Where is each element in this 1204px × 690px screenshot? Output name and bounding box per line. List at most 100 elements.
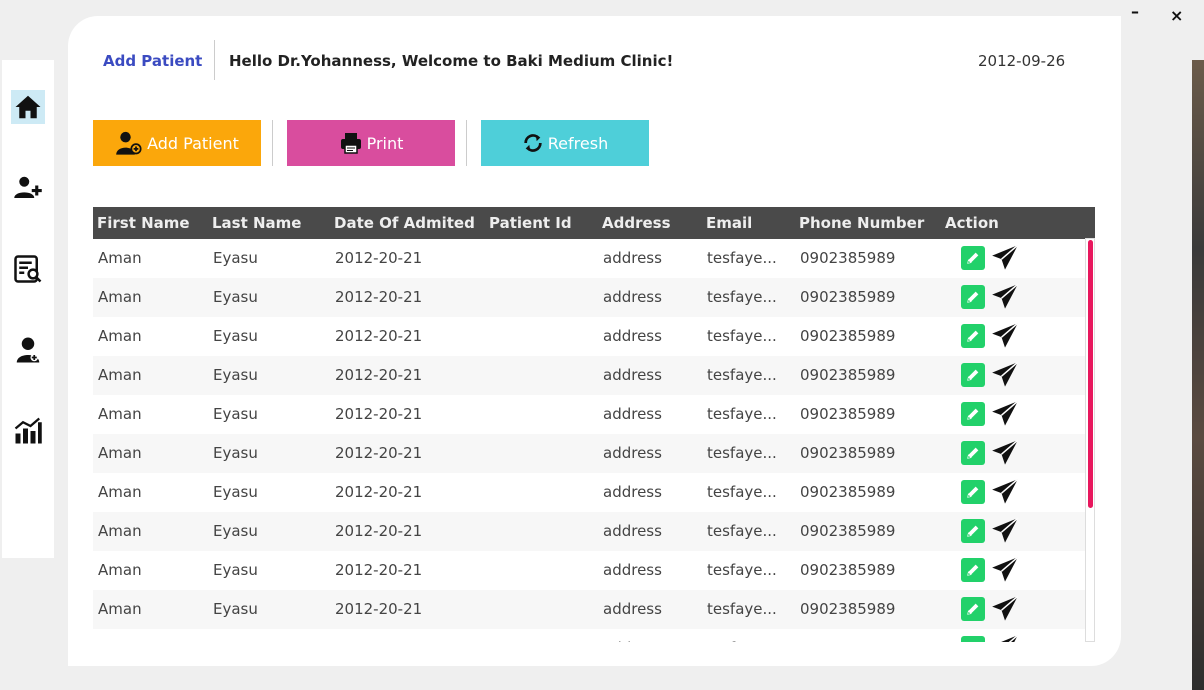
cell-phone: 0902385989	[800, 366, 896, 384]
edit-button[interactable]	[961, 246, 985, 270]
send-button[interactable]	[990, 634, 1020, 642]
cell-date-admitted: 2012-20-21	[335, 444, 423, 462]
column-header[interactable]: Patient Id	[489, 214, 572, 232]
sidebar	[2, 60, 54, 558]
pencil-icon	[967, 564, 979, 576]
send-button[interactable]	[990, 244, 1020, 272]
close-button[interactable]: ×	[1170, 6, 1183, 25]
table-row[interactable]: Aman Eyasu 2012-20-21 address tesfaye...…	[93, 278, 1088, 317]
sidebar-item-search-records[interactable]	[11, 252, 45, 286]
cell-last-name: Eyasu	[213, 600, 258, 618]
sidebar-item-home[interactable]	[11, 90, 45, 124]
add-user-icon	[14, 176, 42, 198]
table-body: Aman Eyasu 2012-20-21 address tesfaye...…	[93, 239, 1088, 642]
cell-phone: 0902385989	[800, 327, 896, 345]
edit-button[interactable]	[961, 480, 985, 504]
table-row[interactable]: Aman Eyasu 2012-20-21 address tesfaye...…	[93, 512, 1088, 551]
send-icon	[1001, 634, 1019, 642]
cell-date-admitted: 2012-20-21	[335, 561, 423, 579]
sidebar-item-analytics[interactable]	[11, 414, 45, 448]
cell-phone: 0902385989	[800, 561, 896, 579]
cell-address: address	[603, 561, 662, 579]
add-patient-label: Add Patient	[147, 133, 239, 153]
cell-last-name: Eyasu	[213, 561, 258, 579]
table-row[interactable]: Aman Eyasu 2012-20-21 address tesfaye...…	[93, 473, 1088, 512]
table-row[interactable]: Aman Eyasu 2012-20-21 address tesfaye...…	[93, 395, 1088, 434]
table-row[interactable]: Aman Eyasu 2012-20-21 address tesfaye...…	[93, 629, 1088, 642]
cell-email: tesfaye...	[707, 405, 777, 423]
home-icon	[15, 95, 41, 119]
cell-date-admitted: 2012-20-21	[335, 522, 423, 540]
header-divider	[214, 40, 215, 80]
send-button[interactable]	[990, 595, 1020, 623]
edit-button[interactable]	[961, 597, 985, 621]
send-button[interactable]	[990, 322, 1020, 350]
cell-email: tesfaye...	[707, 327, 777, 345]
cell-last-name: Eyasu	[213, 405, 258, 423]
cell-address: address	[603, 405, 662, 423]
edit-button[interactable]	[961, 285, 985, 309]
pencil-icon	[967, 603, 979, 615]
table-row[interactable]: Aman Eyasu 2012-20-21 address tesfaye...…	[93, 551, 1088, 590]
add-patient-button[interactable]: Add Patient	[93, 120, 261, 166]
cell-first-name: Aman	[98, 405, 142, 423]
cell-last-name: Eyasu	[213, 444, 258, 462]
edit-button[interactable]	[961, 363, 985, 387]
add-patient-icon	[116, 131, 142, 155]
toolbar-divider	[272, 120, 273, 166]
column-header[interactable]: Address	[602, 214, 671, 232]
scrollbar-thumb[interactable]	[1088, 240, 1093, 508]
send-button[interactable]	[990, 439, 1020, 467]
cell-first-name: Aman	[98, 561, 142, 579]
pencil-icon	[967, 291, 979, 303]
cell-address: address	[603, 327, 662, 345]
column-header[interactable]: Date Of Admited	[334, 214, 475, 232]
table-row[interactable]: Aman Eyasu 2012-20-21 address tesfaye...…	[93, 317, 1088, 356]
send-button[interactable]	[990, 517, 1020, 545]
cell-email: tesfaye...	[707, 483, 777, 501]
send-button[interactable]	[990, 400, 1020, 428]
pencil-icon	[965, 640, 981, 642]
send-button[interactable]	[990, 283, 1020, 311]
send-button[interactable]	[990, 556, 1020, 584]
edit-button[interactable]	[961, 441, 985, 465]
send-button[interactable]	[990, 361, 1020, 389]
cell-first-name: Aman	[98, 639, 142, 642]
print-label: Print	[366, 133, 404, 153]
sidebar-item-add-patient[interactable]	[11, 171, 45, 205]
cell-date-admitted: 2012-20-21	[335, 600, 423, 618]
cell-last-name: Eyasu	[213, 366, 258, 384]
cell-date-admitted: 2012-20-21	[335, 327, 423, 345]
table-row[interactable]: Aman Eyasu 2012-20-21 address tesfaye...…	[93, 356, 1088, 395]
table-header: First Name Last Name Date Of Admited Pat…	[93, 207, 1095, 239]
toolbar-divider	[466, 120, 467, 166]
column-header[interactable]: First Name	[97, 214, 190, 232]
table-row[interactable]: Aman Eyasu 2012-20-21 address tesfaye...…	[93, 434, 1088, 473]
cell-date-admitted: 2012-20-21	[335, 483, 423, 501]
edit-button[interactable]	[961, 324, 985, 348]
minimize-button[interactable]: –	[1131, 2, 1139, 21]
send-icon	[992, 595, 1019, 621]
print-button[interactable]: Print	[287, 120, 455, 166]
cell-first-name: Aman	[98, 444, 142, 462]
main-panel: Add Patient Hello Dr.Yohanness, Welcome …	[68, 16, 1121, 666]
edit-button[interactable]	[961, 558, 985, 582]
table-row[interactable]: Aman Eyasu 2012-20-21 address tesfaye...…	[93, 239, 1088, 278]
column-header[interactable]: Phone Number	[799, 214, 924, 232]
column-header[interactable]: Email	[706, 214, 752, 232]
cell-email: tesfaye...	[707, 249, 777, 267]
column-header[interactable]: Action	[945, 214, 999, 232]
cell-email: tesfaye...	[707, 561, 777, 579]
send-button[interactable]	[990, 478, 1020, 506]
cell-first-name: Aman	[98, 600, 142, 618]
edit-button[interactable]	[961, 519, 985, 543]
edit-button[interactable]	[961, 402, 985, 426]
cell-last-name: Eyasu	[213, 522, 258, 540]
sidebar-item-doctor[interactable]	[11, 333, 45, 367]
table-row[interactable]: Aman Eyasu 2012-20-21 address tesfaye...…	[93, 590, 1088, 629]
edit-button[interactable]	[961, 636, 985, 642]
cell-phone: 0902385989	[800, 405, 896, 423]
column-header[interactable]: Last Name	[212, 214, 301, 232]
refresh-button[interactable]: Refresh	[481, 120, 649, 166]
cell-email: tesfaye...	[707, 444, 777, 462]
